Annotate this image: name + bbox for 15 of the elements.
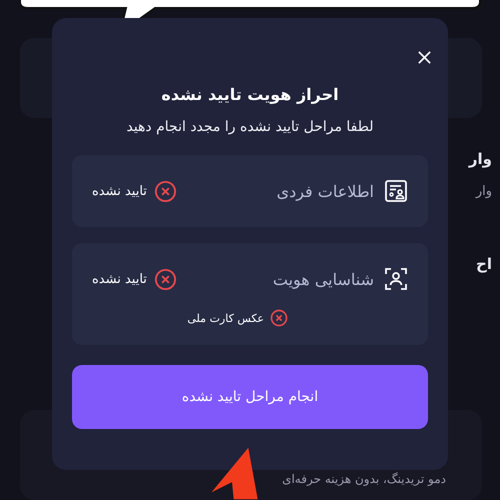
sub-step-label: عکس کارت ملی — [187, 312, 264, 324]
modal-subtitle: لطفا مراحل تایید نشده را مجدد انجام دهید — [125, 119, 375, 135]
step-label: اطلاعات فردی — [276, 182, 374, 200]
modal-title: احراز هویت تایید نشده — [160, 85, 340, 104]
card-text: وار — [468, 150, 492, 168]
status-text: تایید نشده — [92, 272, 147, 286]
close-icon[interactable] — [417, 50, 432, 65]
status-text: تایید نشده — [92, 184, 147, 198]
face-scan-icon — [384, 267, 408, 291]
card-text: دمو تریدینگ، بدون هزینه حرفه‌ای — [282, 472, 446, 486]
form-icon — [384, 179, 408, 203]
complete-steps-button[interactable]: انجام مراحل تایید نشده — [72, 365, 428, 429]
step-label: شناسایی هویت — [272, 270, 374, 288]
card-text: وار — [476, 184, 492, 199]
card-text: اح — [476, 255, 492, 273]
